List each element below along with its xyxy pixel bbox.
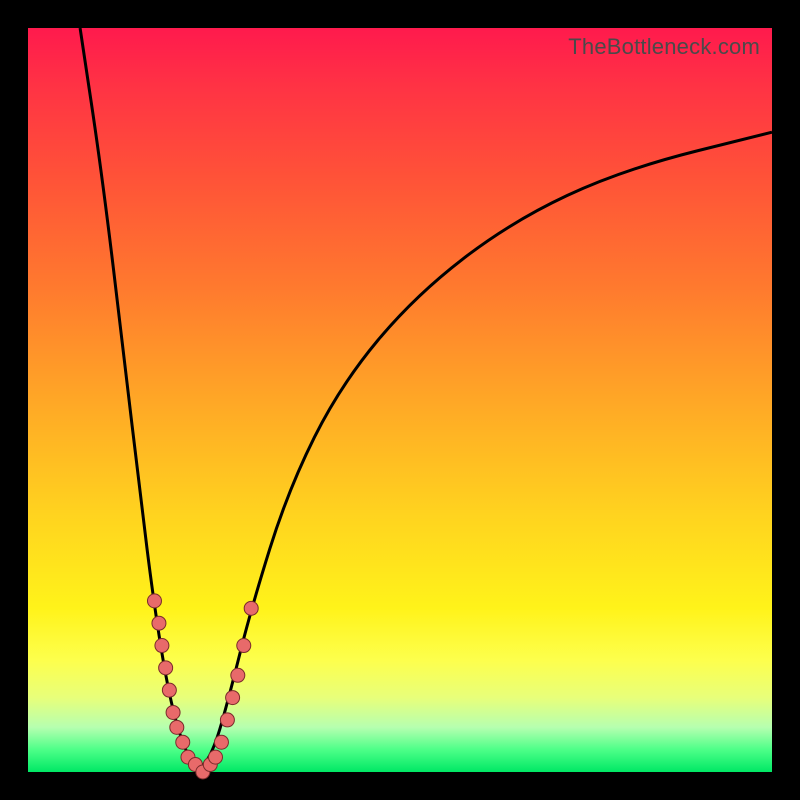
data-point bbox=[170, 720, 184, 734]
scatter-dots bbox=[147, 594, 258, 779]
data-point bbox=[237, 639, 251, 653]
data-point bbox=[176, 735, 190, 749]
data-point bbox=[147, 594, 161, 608]
plot-area: TheBottleneck.com bbox=[28, 28, 772, 772]
data-point bbox=[244, 601, 258, 615]
data-point bbox=[162, 683, 176, 697]
curve-layer bbox=[80, 28, 772, 766]
data-point bbox=[152, 616, 166, 630]
data-point bbox=[166, 705, 180, 719]
data-point bbox=[159, 661, 173, 675]
bottleneck-curve bbox=[80, 28, 772, 766]
data-point bbox=[226, 691, 240, 705]
chart-svg bbox=[28, 28, 772, 772]
data-point bbox=[214, 735, 228, 749]
outer-frame: TheBottleneck.com bbox=[0, 0, 800, 800]
data-point bbox=[155, 639, 169, 653]
data-point bbox=[208, 750, 222, 764]
data-point bbox=[220, 713, 234, 727]
data-point bbox=[231, 668, 245, 682]
